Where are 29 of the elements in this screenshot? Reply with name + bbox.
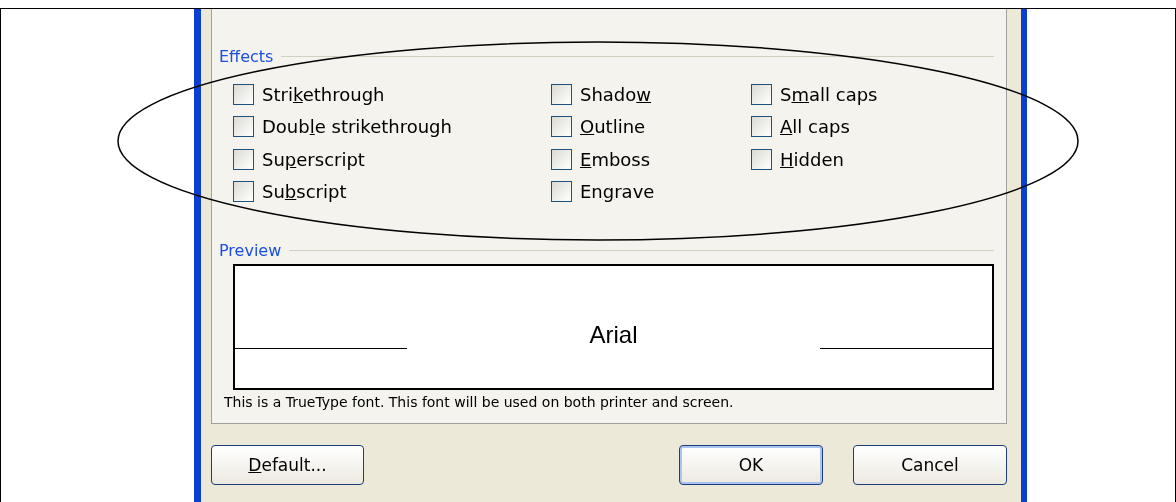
preview-text: Arial (588, 321, 639, 349)
dialog-button[interactable]: Cancel (853, 445, 1007, 485)
checkbox[interactable] (233, 181, 254, 203)
checkbox[interactable] (551, 116, 572, 138)
checkbox[interactable] (751, 83, 772, 105)
checkbox-label[interactable]: Outline (580, 116, 646, 138)
group-title: Effects (219, 47, 274, 66)
checkbox[interactable] (233, 148, 254, 170)
checkbox[interactable] (551, 148, 572, 170)
font-note: This is a TrueType font. This font will be used on both printer and screen. (224, 394, 735, 410)
dialog-button[interactable]: OK (679, 445, 823, 485)
checkbox[interactable] (751, 148, 772, 170)
checkbox-label[interactable]: Hidden (780, 148, 844, 170)
checkbox[interactable] (551, 181, 572, 203)
checkbox-label[interactable]: Double strikethrough (262, 116, 452, 138)
checkbox-label[interactable]: Small caps (780, 83, 878, 105)
checkbox[interactable] (551, 83, 572, 105)
checkbox-label[interactable]: Superscript (262, 148, 365, 170)
checkbox-label[interactable]: Engrave (580, 181, 655, 203)
checkbox[interactable] (233, 116, 254, 138)
checkbox-label[interactable]: Shadow (580, 83, 652, 105)
checkbox[interactable] (233, 83, 254, 105)
checkbox[interactable] (751, 116, 772, 138)
dialog-button[interactable]: Default... (211, 445, 364, 485)
checkbox-label[interactable]: Strikethrough (262, 83, 385, 105)
group-title: Preview (219, 241, 282, 260)
checkbox-label[interactable]: Emboss (580, 148, 651, 170)
checkbox-label[interactable]: All caps (780, 116, 850, 138)
checkbox-label[interactable]: Subscript (262, 181, 347, 203)
